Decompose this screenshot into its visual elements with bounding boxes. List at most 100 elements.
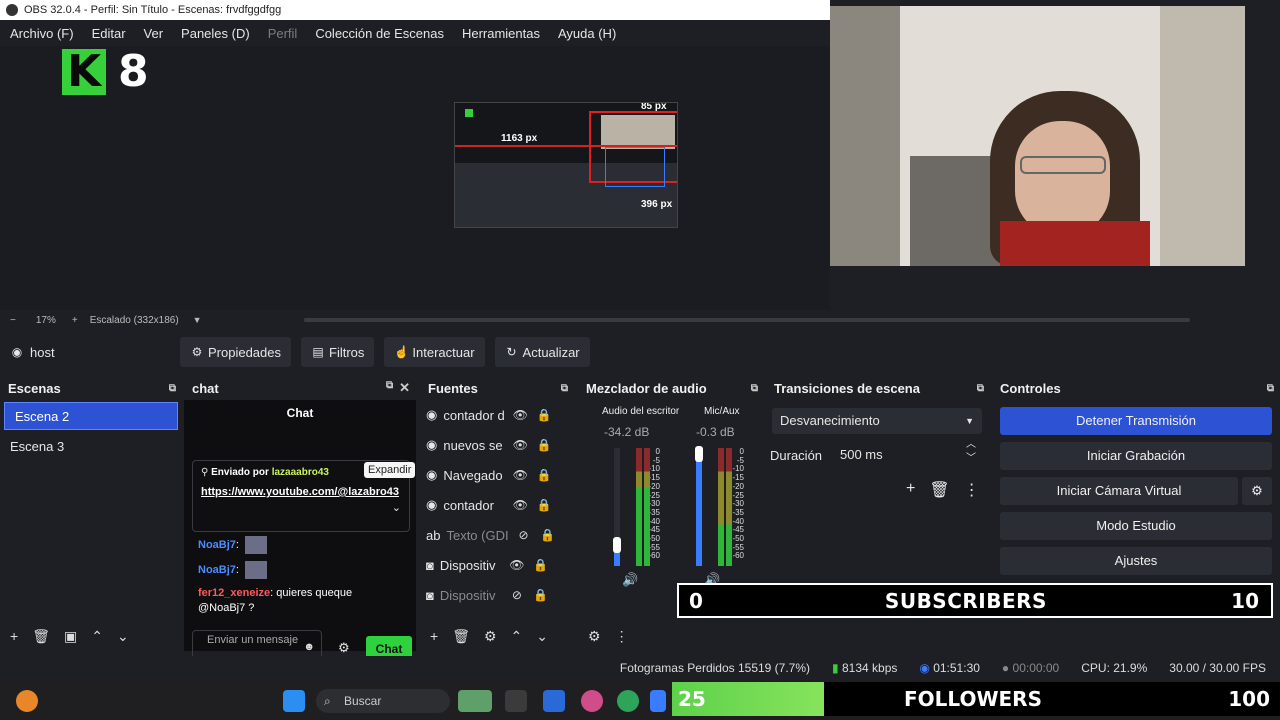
file-explorer-icon[interactable] — [505, 690, 527, 712]
preview-horizontal-scrollbar[interactable] — [304, 318, 1190, 322]
chrome-icon[interactable] — [617, 690, 639, 712]
scene-filters-icon[interactable]: ▣ — [64, 628, 77, 645]
undock-icon[interactable]: ⧉ — [1267, 383, 1274, 394]
lock-icon[interactable]: 🔒 — [538, 528, 556, 542]
interact-button[interactable]: ☝ Interactuar — [384, 337, 485, 367]
add-scene-icon[interactable]: + — [10, 628, 18, 644]
emoji-icon[interactable]: ☻ — [303, 641, 315, 654]
menu-paneles[interactable]: Paneles (D) — [181, 26, 250, 41]
source-item[interactable]: ◙ Dispositiv ⊘ 🔒 — [420, 580, 574, 610]
undock-icon[interactable]: ⧉ — [561, 383, 568, 394]
chevron-down-icon[interactable]: ⌄ — [392, 501, 401, 514]
move-up-icon[interactable]: ⌃ — [511, 628, 523, 645]
undock-icon[interactable]: ⧉ — [751, 383, 758, 394]
expand-tooltip: Expandir — [364, 462, 416, 478]
virtual-camera-settings-icon[interactable]: ⚙ — [1242, 477, 1272, 505]
volume-slider-knob[interactable] — [695, 445, 703, 462]
copilot-icon[interactable] — [581, 690, 603, 712]
transition-select[interactable]: Desvanecimiento ▼ — [772, 408, 982, 434]
volume-slider[interactable] — [613, 448, 621, 566]
widgets-icon[interactable] — [458, 690, 492, 712]
preview-mirror-source[interactable]: 1163 px 85 px 396 px — [454, 102, 678, 228]
chat-username[interactable]: NoaBj7 — [198, 539, 236, 551]
remove-scene-icon[interactable]: 🗑 — [32, 628, 50, 645]
stop-stream-button[interactable]: Detener Transmisión — [1000, 407, 1272, 435]
source-item[interactable]: ◙ Dispositiv 👁 🔒 — [420, 550, 574, 580]
undock-icon[interactable]: ⧉ — [169, 383, 176, 394]
source-item[interactable]: ab Texto (GDI ⊘ 🔒 — [420, 520, 574, 550]
visibility-eye-icon[interactable]: 👁 — [511, 498, 529, 512]
menu-archivo[interactable]: Archivo (F) — [10, 26, 74, 41]
move-down-icon[interactable]: ⌄ — [117, 628, 129, 645]
chat-username[interactable]: fer12_xeneize — [198, 587, 270, 599]
lock-icon[interactable]: 🔒 — [532, 558, 550, 572]
scene-item[interactable]: Escena 3 — [0, 432, 182, 460]
filters-button[interactable]: ▤ Filtros — [301, 337, 375, 367]
mixer-settings-icon[interactable]: ⚙ — [588, 628, 601, 645]
remove-source-icon[interactable]: 🗑 — [452, 628, 470, 645]
remove-transition-icon[interactable]: 🗑 — [929, 480, 949, 500]
lock-icon[interactable]: 🔒 — [535, 468, 553, 482]
menu-perfil[interactable]: Perfil — [268, 26, 298, 41]
source-item[interactable]: ◉ Navegado 👁 🔒 — [420, 460, 574, 490]
camera-icon: ◙ — [426, 587, 434, 603]
menu-editar[interactable]: Editar — [92, 26, 126, 41]
volume-slider-knob[interactable] — [613, 536, 621, 553]
transitions-title: Transiciones de escena — [774, 380, 920, 396]
undock-icon[interactable]: ⧉ — [977, 383, 984, 394]
visibility-eye-icon[interactable]: 👁 — [511, 438, 529, 452]
transition-menu-icon[interactable]: ⋮ — [964, 480, 980, 500]
weather-icon[interactable] — [16, 690, 38, 712]
pinned-sender[interactable]: lazaaabro43 — [272, 467, 329, 478]
duration-input[interactable]: 500 ms ︿ ﹀ — [832, 439, 982, 468]
studio-mode-button[interactable]: Modo Estudio — [1000, 512, 1272, 540]
menu-coleccion[interactable]: Colección de Escenas — [315, 26, 444, 41]
chat-settings-icon[interactable]: ⚙ — [338, 640, 350, 656]
lock-icon[interactable]: 🔒 — [535, 438, 553, 452]
edge-icon[interactable] — [650, 690, 666, 712]
visibility-eye-icon[interactable]: 👁 — [508, 558, 526, 572]
source-item[interactable]: ◉ contador 👁 🔒 — [420, 490, 574, 520]
preview-canvas[interactable]: K 8 1163 px 85 px 396 px — [0, 46, 830, 310]
add-transition-icon[interactable]: + — [906, 480, 915, 500]
lock-icon[interactable]: 🔒 — [535, 408, 553, 422]
scene-item[interactable]: Escena 2 — [4, 402, 178, 430]
mixer-menu-icon[interactable]: ⋮ — [615, 628, 629, 645]
speaker-icon[interactable]: 🔊 — [622, 572, 638, 588]
move-down-icon[interactable]: ⌄ — [536, 628, 548, 645]
close-icon[interactable]: ✕ — [399, 380, 410, 396]
duration-stepper-icon[interactable]: ︿ ﹀ — [966, 438, 976, 466]
source-item[interactable]: ◉ nuevos se 👁 🔒 — [420, 430, 574, 460]
taskbar-search[interactable]: ⌕ Buscar — [316, 689, 450, 713]
scale-dropdown-icon[interactable]: ▼ — [193, 315, 202, 325]
move-up-icon[interactable]: ⌃ — [91, 628, 103, 645]
start-recording-button[interactable]: Iniciar Grabación — [1000, 442, 1272, 470]
store-icon[interactable] — [543, 690, 565, 712]
source-properties-icon[interactable]: ⚙ — [484, 628, 497, 645]
source-item[interactable]: ◉ contador d 👁 🔒 — [420, 400, 574, 430]
virtual-camera-button[interactable]: Iniciar Cámara Virtual — [1000, 477, 1238, 505]
menu-ver[interactable]: Ver — [144, 26, 164, 41]
chat-message: NoaBj7: — [198, 561, 268, 579]
visibility-eye-icon[interactable]: 👁 — [511, 408, 529, 422]
lock-icon[interactable]: 🔒 — [532, 588, 550, 602]
lock-icon[interactable]: 🔒 — [535, 498, 553, 512]
add-source-icon[interactable]: + — [430, 628, 438, 644]
undock-icon[interactable]: ⧉ — [386, 380, 393, 396]
windows-start-icon[interactable] — [283, 690, 305, 712]
zoom-out-button[interactable]: − — [10, 315, 16, 326]
zoom-in-button[interactable]: + — [72, 315, 78, 326]
visibility-eye-icon[interactable]: 👁 — [511, 468, 529, 482]
volume-slider[interactable] — [695, 445, 703, 566]
hidden-eye-icon[interactable]: ⊘ — [514, 528, 532, 542]
chat-username[interactable]: NoaBj7 — [198, 564, 236, 576]
properties-button[interactable]: ⚙ Propiedades — [180, 337, 291, 367]
menu-herramientas[interactable]: Herramientas — [462, 26, 540, 41]
level-meter-bar — [636, 448, 642, 566]
hidden-eye-icon[interactable]: ⊘ — [508, 588, 526, 602]
refresh-button[interactable]: ↻ Actualizar — [494, 337, 590, 367]
menu-ayuda[interactable]: Ayuda (H) — [558, 26, 616, 41]
settings-button[interactable]: Ajustes — [1000, 547, 1272, 575]
emote-image — [245, 561, 268, 579]
pinned-link[interactable]: https://www.youtube.com/@lazabro43 — [201, 486, 401, 498]
